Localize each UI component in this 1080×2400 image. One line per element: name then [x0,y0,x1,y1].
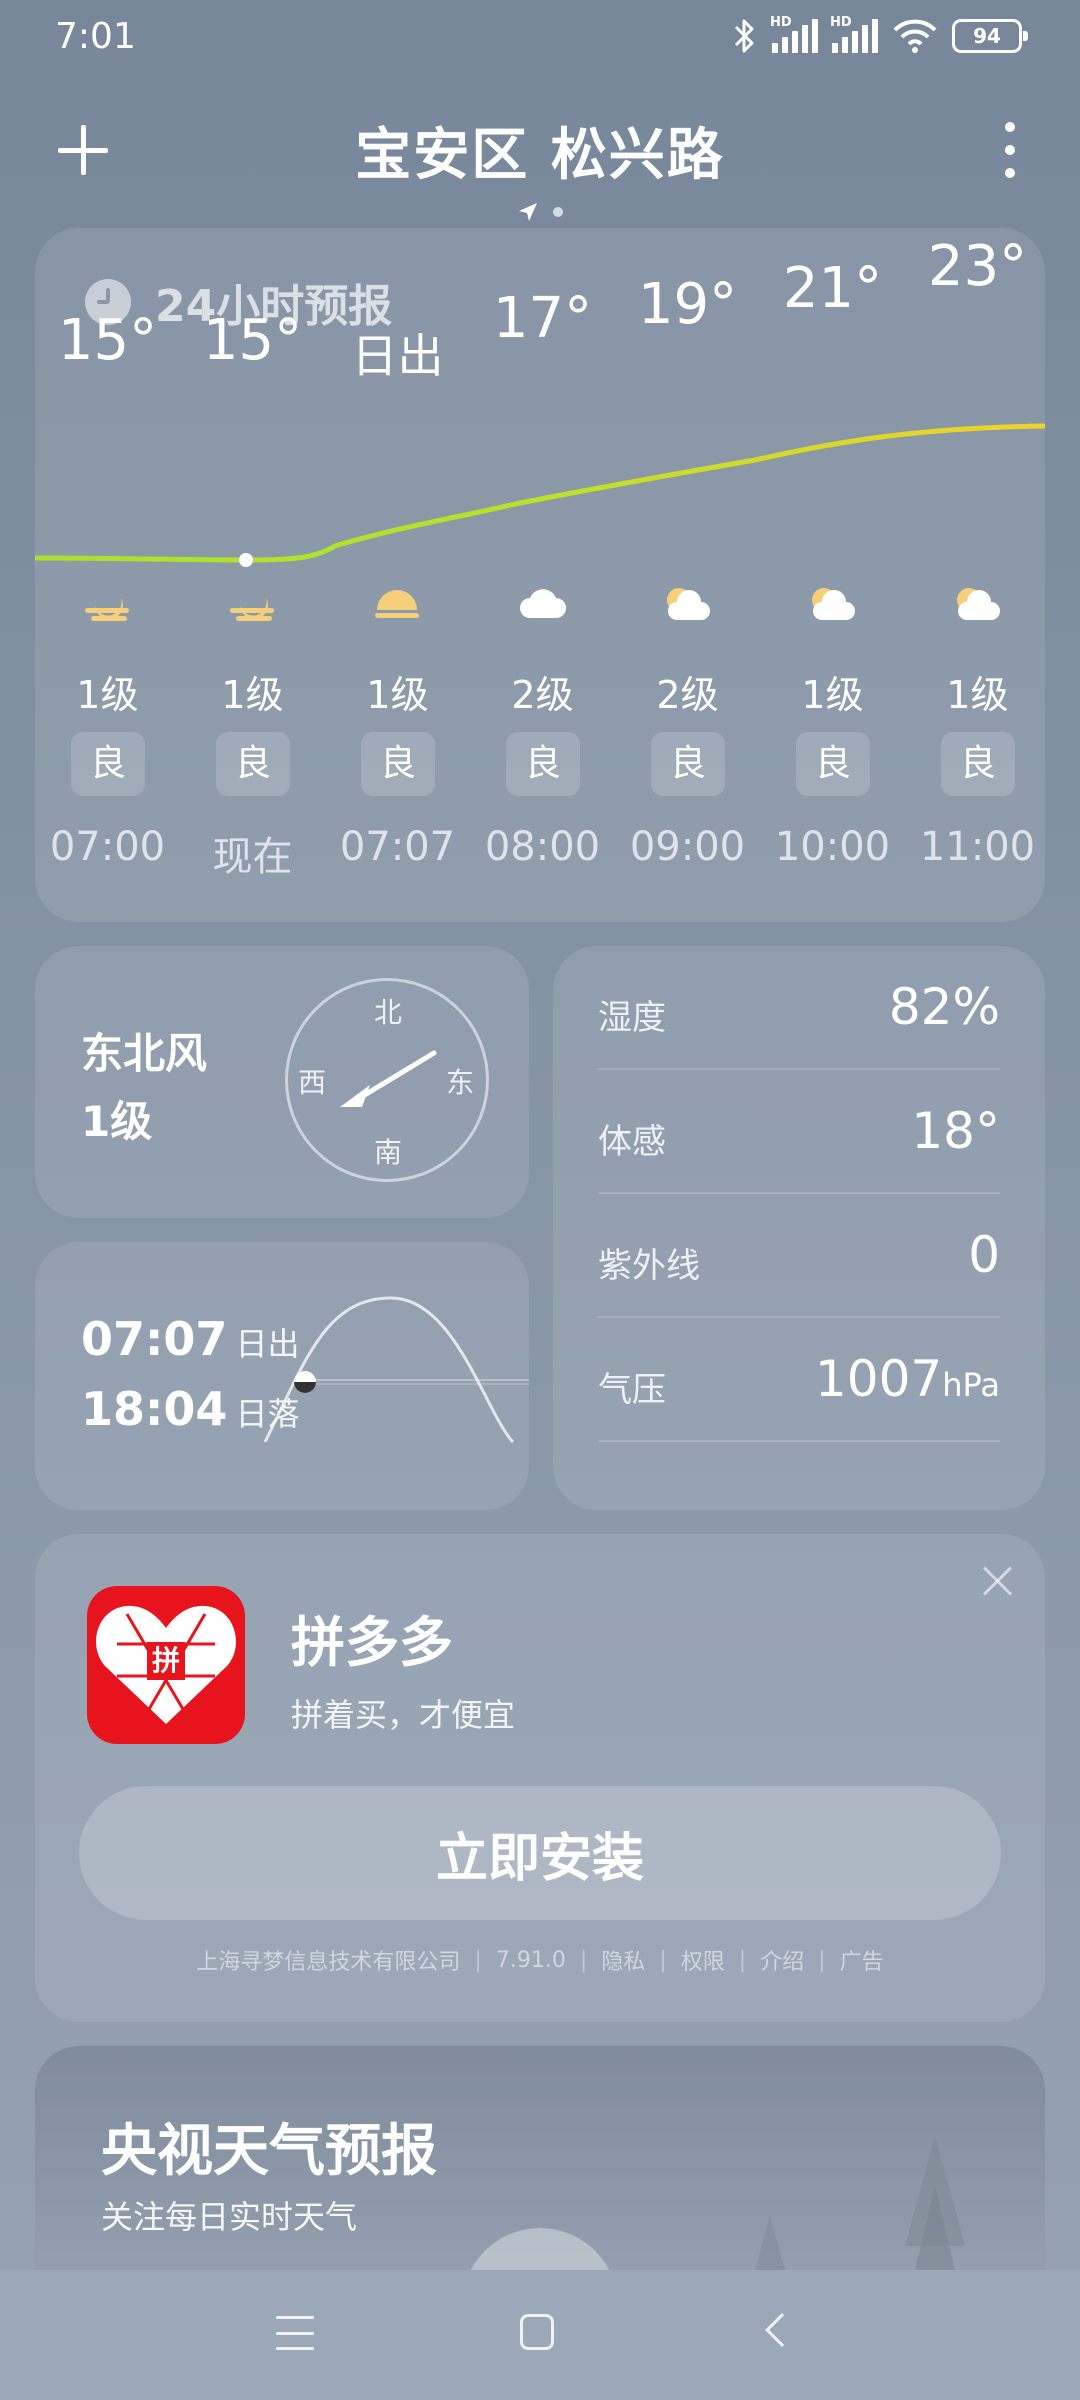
pinduoduo-logo-icon: 拼 [96,1605,236,1724]
detail-value: 0 [968,1226,1000,1284]
sunrise-icon [371,584,425,630]
hour-wind: 2级 [656,673,719,717]
svg-text:拼: 拼 [152,1644,180,1677]
wind-card[interactable]: 东北风 1级 北 南 东 西 [35,946,529,1218]
hour-temp: 15° [202,308,303,373]
status-time: 7:01 [55,16,136,57]
cctv-title: 央视天气预报 [101,2119,437,2184]
cloudy-icon [516,584,570,630]
more-vertical-icon[interactable] [1000,122,1020,178]
detail-pressure: 气压 1007hPa [598,1318,1000,1442]
menu-icon[interactable] [276,2316,314,2350]
moon-cloud-icon [81,584,135,630]
header: 宝安区 松兴路 [0,100,1080,200]
hour-time: 09:00 [629,824,746,870]
hour-wind: 1级 [946,673,1009,717]
page-dot [553,207,563,217]
hour-wind: 1级 [801,673,864,717]
back-icon[interactable] [765,2313,799,2347]
hour-wind: 1级 [366,673,429,717]
hour-time: 11:00 [919,824,1036,870]
hour-wind: 2级 [511,673,574,717]
sun-arc-icon [263,1296,529,1444]
hour-time: 10:00 [774,824,891,870]
close-icon[interactable] [981,1564,1015,1598]
hour-time: 现在 [212,834,293,880]
navigation-bar [0,2270,1080,2400]
wind-level: 1级 [81,1097,153,1146]
detail-label: 湿度 [598,998,666,1038]
wind-info: 东北风 1级 [81,1020,207,1156]
forecast-columns: 15° 1级良 07:00 15° 1级良现在 日出 1级良 07:07 17° 2级良 08:00… [35,228,1045,922]
hour-wind: 1级 [76,673,139,717]
home-icon[interactable] [520,2314,554,2350]
hour-temp: 23° [927,234,1028,299]
page-title[interactable]: 宝安区 松兴路 [0,110,1080,191]
detail-value: 18° [911,1102,1000,1160]
signal-icon: HD [770,15,818,53]
cctv-subtitle: 关注每日实时天气 [101,2198,358,2236]
hd-badge: HD [770,15,792,30]
status-icons: HD HD 94 [732,14,1028,58]
ad-slogan: 拼着买，才便宜 [291,1696,516,1734]
wind-arrow-icon [340,1050,437,1107]
ad-permissions-link[interactable]: 权限 [681,1944,725,1976]
ad-company: 上海寻梦信息技术有限公司 [196,1950,461,1975]
wind-compass: 北 南 东 西 [285,978,489,1182]
hour-aqi-badge: 良 [506,732,580,796]
page-indicator [0,200,1080,224]
detail-humidity: 湿度 82% [598,946,1000,1070]
status-bar: 7:01 HD HD 94 [0,0,1080,78]
wind-direction: 东北风 [81,1029,208,1078]
ad-label: 广告 [839,1950,884,1975]
detail-label: 气压 [598,1370,666,1410]
hour-aqi-badge: 良 [361,732,435,796]
sun-card[interactable]: 07:07 日出 18:04 日落 [35,1242,529,1510]
partly-cloudy-icon [661,584,715,630]
detail-label: 体感 [598,1122,666,1162]
hour-time: 07:07 [339,824,456,870]
hour-aqi-badge: 良 [796,732,870,796]
hd-badge: HD [830,15,852,30]
detail-label: 紫外线 [598,1246,700,1286]
hour-temp: 15° [57,308,158,373]
hour-temp: 17° [492,286,593,351]
battery-icon: 94 [952,19,1028,53]
hour-temp: 21° [782,256,883,321]
hour-aqi-badge: 良 [216,732,290,796]
install-button[interactable]: 立即安装 [79,1786,1001,1920]
hour-wind: 1级 [221,673,284,717]
detail-uv: 紫外线 0 [598,1194,1000,1318]
bluetooth-icon [734,19,754,53]
partly-cloudy-icon [951,584,1005,630]
location-arrow-icon [519,203,537,221]
detail-value: 82% [888,978,1000,1036]
ad-version: 7.91.0 [495,1947,566,1973]
hour-time: 08:00 [484,824,601,870]
hour-aqi-badge: 良 [71,732,145,796]
partly-cloudy-icon [806,584,860,630]
detail-feels-like: 体感 18° [598,1070,1000,1194]
hour-time: 07:00 [49,824,166,870]
signal-icon: HD [830,15,878,53]
battery-level: 94 [973,24,1001,48]
ad-privacy-link[interactable]: 隐私 [601,1944,645,1976]
hourly-forecast-card[interactable]: 24小时预报 15° 1级良 07:00 15° 1级良现在 日出 1级良 07:07 17° 2… [35,228,1045,922]
ad-card[interactable]: 拼 拼多多 拼着买，才便宜 立即安装 上海寻梦信息技术有限公司 | 7.91.0… [35,1534,1045,2022]
hour-temp: 日出 [351,329,444,383]
detail-value: 1007hPa [815,1350,1000,1408]
ad-app-name[interactable]: 拼多多 [291,1598,453,1677]
cctv-forecast-card[interactable]: 央视天气预报 关注每日实时天气 [35,2046,1045,2270]
ad-meta: 上海寻梦信息技术有限公司 | 7.91.0 | 隐私 | 权限 | 介绍 | 广… [35,1944,1045,1976]
ad-intro-link[interactable]: 介绍 [760,1944,804,1976]
hour-aqi-badge: 良 [941,732,1015,796]
hour-temp: 19° [637,272,738,337]
moon-cloud-icon [226,584,280,630]
details-card[interactable]: 湿度 82% 体感 18° 紫外线 0 气压 1007hPa [553,946,1045,1510]
wifi-icon [893,19,937,53]
app-logo[interactable]: 拼 [87,1586,245,1744]
hour-aqi-badge: 良 [651,732,725,796]
